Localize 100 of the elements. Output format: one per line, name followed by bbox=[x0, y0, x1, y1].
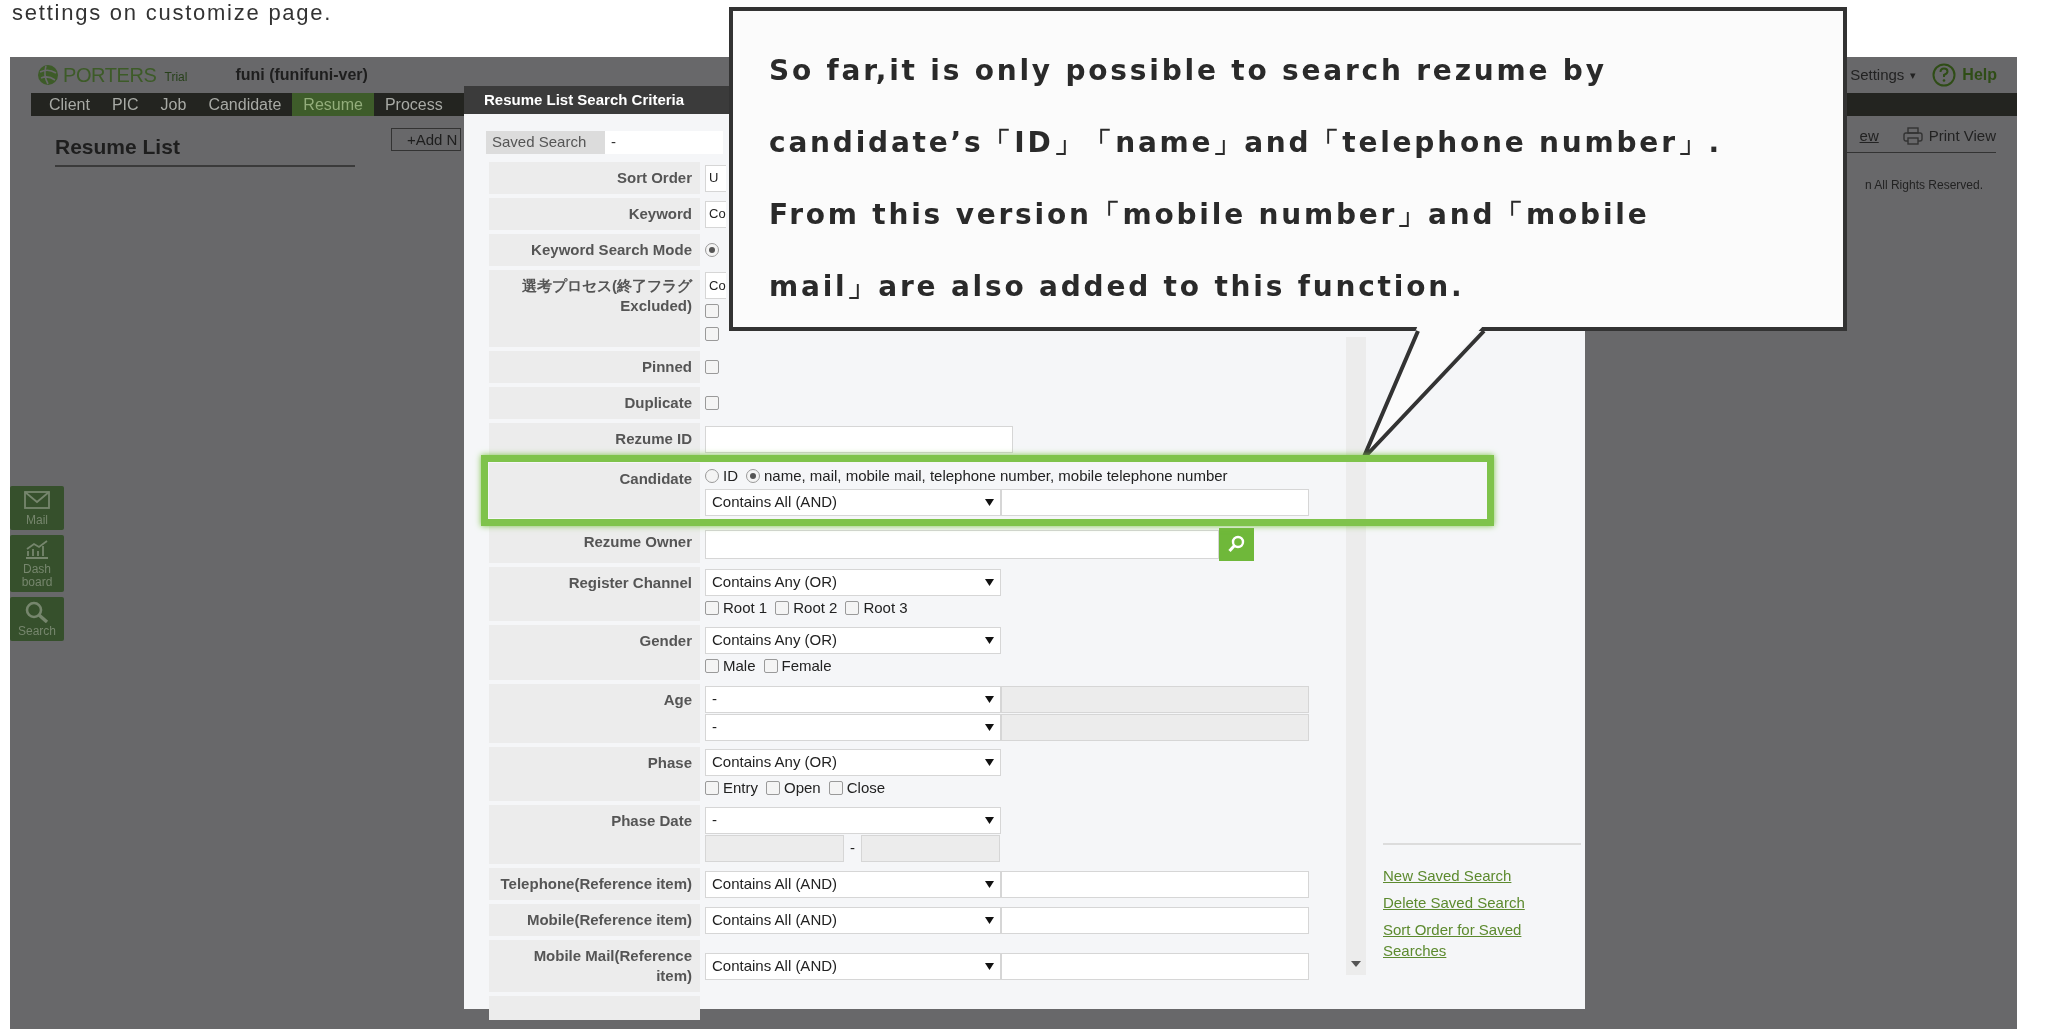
callout-text: So far,it is only possible to search rezume by candidate’s「ID」「name」and「telephone number」. From this version「mobile number」and「mobile mail」are also added to this function. bbox=[769, 53, 1723, 305]
dropdown-arrow-icon bbox=[985, 578, 994, 586]
checkbox-option[interactable]: Root 2 bbox=[775, 596, 838, 619]
dropdown[interactable]: - bbox=[705, 807, 1001, 834]
radio-button[interactable] bbox=[705, 469, 719, 484]
dropdown-arrow-icon bbox=[985, 758, 994, 766]
dropdown-value: - bbox=[712, 716, 717, 737]
trial-label: Trial bbox=[164, 69, 188, 86]
dropdown-value: Contains All (AND) bbox=[712, 955, 838, 976]
checkbox[interactable] bbox=[705, 360, 719, 374]
field-label: Duplicate bbox=[489, 387, 700, 419]
page-title: Resume List bbox=[55, 135, 180, 158]
dropdown[interactable]: - bbox=[705, 713, 1001, 741]
text-field[interactable] bbox=[1001, 952, 1309, 980]
text-field[interactable] bbox=[1001, 870, 1309, 898]
saved-search-field[interactable]: - bbox=[605, 131, 723, 154]
dropdown-value: Co bbox=[709, 205, 726, 224]
dropdown[interactable]: Contains All (AND) bbox=[705, 906, 1001, 934]
dropdown-arrow-icon bbox=[985, 637, 994, 644]
dropdown-value: Contains Any (OR) bbox=[712, 630, 838, 651]
checkbox[interactable] bbox=[775, 600, 790, 615]
field-label: Telephone(Reference item) bbox=[489, 868, 700, 900]
dropdown[interactable]: Contains All (AND) bbox=[705, 952, 1001, 980]
checkbox-option[interactable]: Root 1 bbox=[705, 596, 768, 619]
nav-tab[interactable]: Client bbox=[38, 93, 101, 116]
search-icon bbox=[24, 601, 50, 623]
help-label: Help bbox=[1962, 65, 1997, 85]
radio-button[interactable] bbox=[746, 469, 760, 484]
caret-icon: ▾ bbox=[1910, 66, 1917, 84]
checkbox[interactable] bbox=[705, 327, 719, 341]
field-label: Mobile Mail(Reference item) bbox=[489, 940, 700, 992]
text-field[interactable] bbox=[705, 425, 1013, 453]
saved-search-link[interactable]: Delete Saved Search bbox=[1383, 892, 1581, 913]
nav-tab[interactable]: Job bbox=[149, 93, 198, 116]
search-button[interactable] bbox=[1219, 527, 1254, 561]
dropdown-arrow-icon bbox=[985, 817, 994, 824]
brand-name: PORTERS bbox=[63, 63, 157, 88]
checkbox-option[interactable]: Entry bbox=[705, 776, 758, 799]
checkbox[interactable] bbox=[705, 659, 719, 674]
owner-field[interactable] bbox=[705, 529, 1219, 559]
dialog-title: Resume List Search Criteria bbox=[484, 89, 685, 110]
print-view-label: Print View bbox=[1928, 126, 1996, 146]
checkbox-option[interactable]: Open bbox=[766, 776, 821, 799]
dropdown-arrow-icon bbox=[985, 498, 994, 506]
radio-option[interactable]: name, mail, mobile mail, telephone number, mobile telephone number bbox=[746, 465, 1228, 488]
checkbox-option[interactable]: Root 3 bbox=[845, 596, 908, 619]
saved-search-link[interactable]: New Saved Search bbox=[1383, 865, 1581, 886]
field-label: Mobile(Reference item) bbox=[489, 904, 700, 936]
field-label: Sort Order bbox=[489, 162, 700, 194]
dropdown-value: - bbox=[712, 688, 717, 709]
field-label: Rezume Owner bbox=[489, 525, 700, 563]
range-dash: - bbox=[849, 838, 856, 859]
field-label: Phase Date bbox=[489, 805, 700, 864]
envelope-icon bbox=[24, 490, 50, 512]
dropdown-arrow-icon bbox=[985, 723, 994, 731]
help-icon bbox=[1932, 63, 1957, 87]
field-label: Gender bbox=[489, 625, 700, 680]
nav-tab[interactable]: Process bbox=[373, 93, 454, 116]
dropdown[interactable]: Contains All (AND) bbox=[705, 870, 1001, 898]
dropdown-arrow-icon bbox=[985, 916, 994, 924]
checkbox[interactable] bbox=[828, 780, 843, 795]
dropdown-value: Contains All (AND) bbox=[712, 909, 838, 930]
dropdown-arrow-icon bbox=[985, 880, 994, 888]
printer-icon bbox=[1902, 127, 1923, 146]
checkbox[interactable] bbox=[705, 304, 719, 318]
caption-text: settings on customize page. bbox=[12, 0, 334, 26]
dropdown[interactable]: U bbox=[705, 164, 726, 192]
field-label: Keyword Search Mode bbox=[489, 234, 700, 266]
dropdown[interactable]: Contains Any (OR) bbox=[705, 568, 1001, 596]
dropdown[interactable]: Contains Any (OR) bbox=[705, 748, 1001, 776]
field-label: Keyword bbox=[489, 198, 700, 230]
dropdown-arrow-icon bbox=[985, 695, 994, 703]
radio-button[interactable] bbox=[705, 243, 719, 257]
checkbox[interactable] bbox=[705, 396, 719, 410]
dropdown[interactable]: Contains All (AND) bbox=[705, 488, 1001, 516]
nav-tab[interactable]: PIC bbox=[100, 93, 150, 116]
checkbox[interactable] bbox=[766, 780, 780, 795]
saved-search-link[interactable]: Sort Order for Saved Searches bbox=[1383, 919, 1581, 961]
scroll-down-icon bbox=[1351, 961, 1361, 967]
nav-tab[interactable]: Candidate bbox=[197, 93, 293, 116]
copyright-text: n All Rights Reserved. bbox=[1864, 177, 1983, 194]
dropdown-arrow-icon bbox=[985, 962, 994, 970]
checkbox[interactable] bbox=[705, 600, 719, 615]
search-icon bbox=[1227, 535, 1246, 553]
radio-option[interactable]: ID bbox=[705, 465, 738, 488]
checkbox[interactable] bbox=[705, 780, 719, 795]
dropdown[interactable]: - bbox=[705, 685, 1001, 713]
text-field[interactable] bbox=[1001, 906, 1309, 934]
globe-logo-icon bbox=[37, 64, 59, 86]
checkbox[interactable] bbox=[845, 600, 860, 615]
dropdown[interactable]: Contains Any (OR) bbox=[705, 627, 1001, 654]
account-name: funi (funifuni-ver) bbox=[235, 65, 368, 85]
scrollbar[interactable] bbox=[1346, 337, 1366, 975]
checkbox-option[interactable]: Male bbox=[705, 655, 756, 678]
dropdown-value: Contains Any (OR) bbox=[712, 571, 838, 592]
checkbox-option[interactable]: Female bbox=[763, 655, 832, 678]
checkbox-option[interactable]: Close bbox=[828, 776, 886, 799]
text-field[interactable] bbox=[1001, 488, 1309, 516]
checkbox[interactable] bbox=[763, 659, 778, 674]
dropdown[interactable]: Co bbox=[705, 200, 726, 228]
